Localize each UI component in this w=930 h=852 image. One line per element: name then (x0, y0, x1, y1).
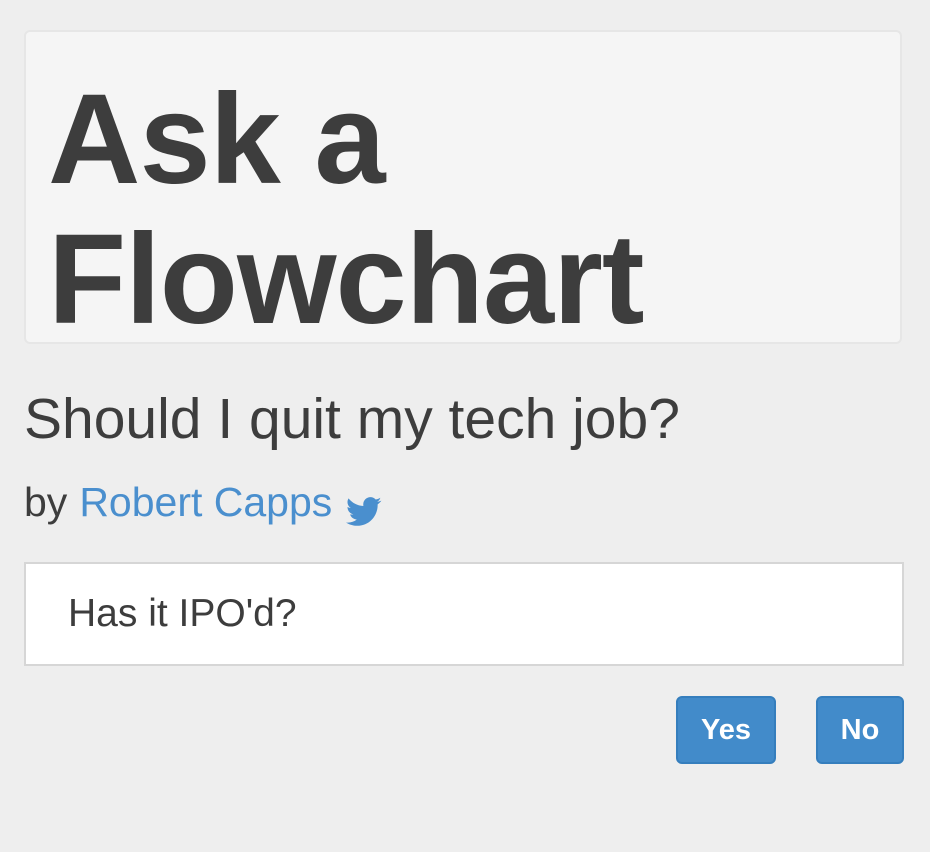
no-button[interactable]: No (816, 696, 904, 764)
byline: by Robert Capps (24, 474, 382, 530)
site-title-line-1: Ask a (48, 68, 386, 211)
hero-banner: Ask a Flowchart (24, 30, 902, 350)
author-link[interactable]: Robert Capps (79, 474, 332, 530)
site-title: Ask a Flowchart (48, 70, 644, 350)
flowchart-title: Should I quit my tech job? (24, 387, 680, 451)
question-box: Has it IPO'd? (24, 562, 904, 666)
question-text: Has it IPO'd? (68, 592, 297, 635)
twitter-icon[interactable] (346, 485, 382, 526)
yes-button[interactable]: Yes (676, 696, 776, 764)
site-title-line-2: Flowchart (48, 208, 644, 351)
page: Ask a Flowchart Should I quit my tech job… (0, 0, 930, 852)
by-label: by (24, 479, 68, 525)
